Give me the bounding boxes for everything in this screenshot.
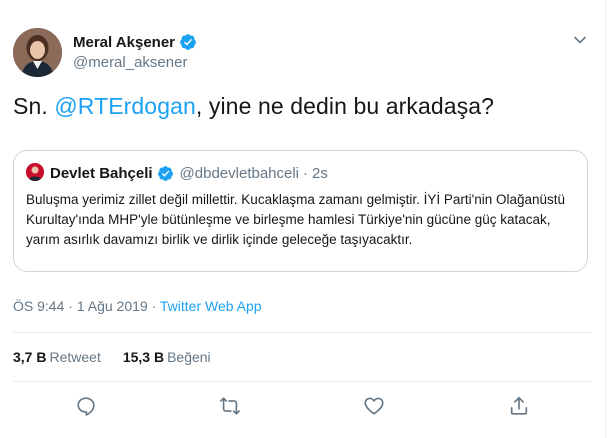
mention-link[interactable]: @RTErdogan <box>54 93 196 119</box>
divider <box>13 381 592 382</box>
retweet-label: Retweet <box>49 349 101 365</box>
heart-icon[interactable] <box>363 395 385 417</box>
share-icon[interactable] <box>508 395 530 417</box>
tweet-text-prefix: Sn. <box>13 93 55 119</box>
quoted-text: Buluşma yerimiz zillet değil millettir. … <box>26 192 566 247</box>
tweet-time[interactable]: ÖS 9:44 <box>13 298 64 314</box>
meta-separator: · <box>147 298 160 314</box>
tweet-actions <box>0 395 606 419</box>
chevron-down-icon[interactable] <box>573 33 587 47</box>
quoted-header: Devlet Bahçeli @dbdevletbahceli · 2s <box>50 163 328 183</box>
tweet-text: Sn. @RTErdogan, yine ne dedin bu arkadaş… <box>13 93 494 120</box>
retweet-icon[interactable] <box>219 395 241 417</box>
author-block[interactable]: Meral Akşener @meral_aksener <box>73 32 197 71</box>
reply-icon[interactable] <box>75 395 97 417</box>
retweet-count: 3,7 B <box>13 349 47 365</box>
quoted-tweet[interactable]: Devlet Bahçeli @dbdevletbahceli · 2s Bul… <box>13 150 588 272</box>
like-count: 15,3 B <box>122 349 165 365</box>
like-label: Beğeni <box>167 349 211 365</box>
quoted-separator: · <box>303 164 309 182</box>
tweet-date[interactable]: 1 Ağu 2019 <box>77 298 148 314</box>
like-stat[interactable]: 15,3 B Beğeni <box>123 349 211 365</box>
author-avatar[interactable] <box>13 28 62 77</box>
quoted-author-handle: @dbdevletbahceli <box>179 164 300 182</box>
verified-badge-icon <box>179 33 197 51</box>
quoted-author-avatar <box>26 163 44 181</box>
tweet-stats: 3,7 B Retweet 15,3 B Beğeni <box>13 349 233 365</box>
quoted-timestamp: 2s <box>312 164 328 182</box>
author-handle[interactable]: @meral_aksener <box>73 54 197 71</box>
quoted-author-name: Devlet Bahçeli <box>50 164 153 182</box>
tweet-source-link[interactable]: Twitter Web App <box>160 298 262 314</box>
divider <box>13 332 592 333</box>
tweet-meta: ÖS 9:44 · 1 Ağu 2019 · Twitter Web App <box>13 298 262 314</box>
meta-separator: · <box>64 298 77 314</box>
verified-badge-icon <box>157 165 174 182</box>
tweet-text-suffix: , yine ne dedin bu arkadaşa? <box>195 93 495 119</box>
author-name[interactable]: Meral Akşener <box>73 34 175 51</box>
tweet-card: Meral Akşener @meral_aksener Sn. @RTErdo… <box>0 0 606 438</box>
retweet-stat[interactable]: 3,7 B Retweet <box>13 349 101 365</box>
